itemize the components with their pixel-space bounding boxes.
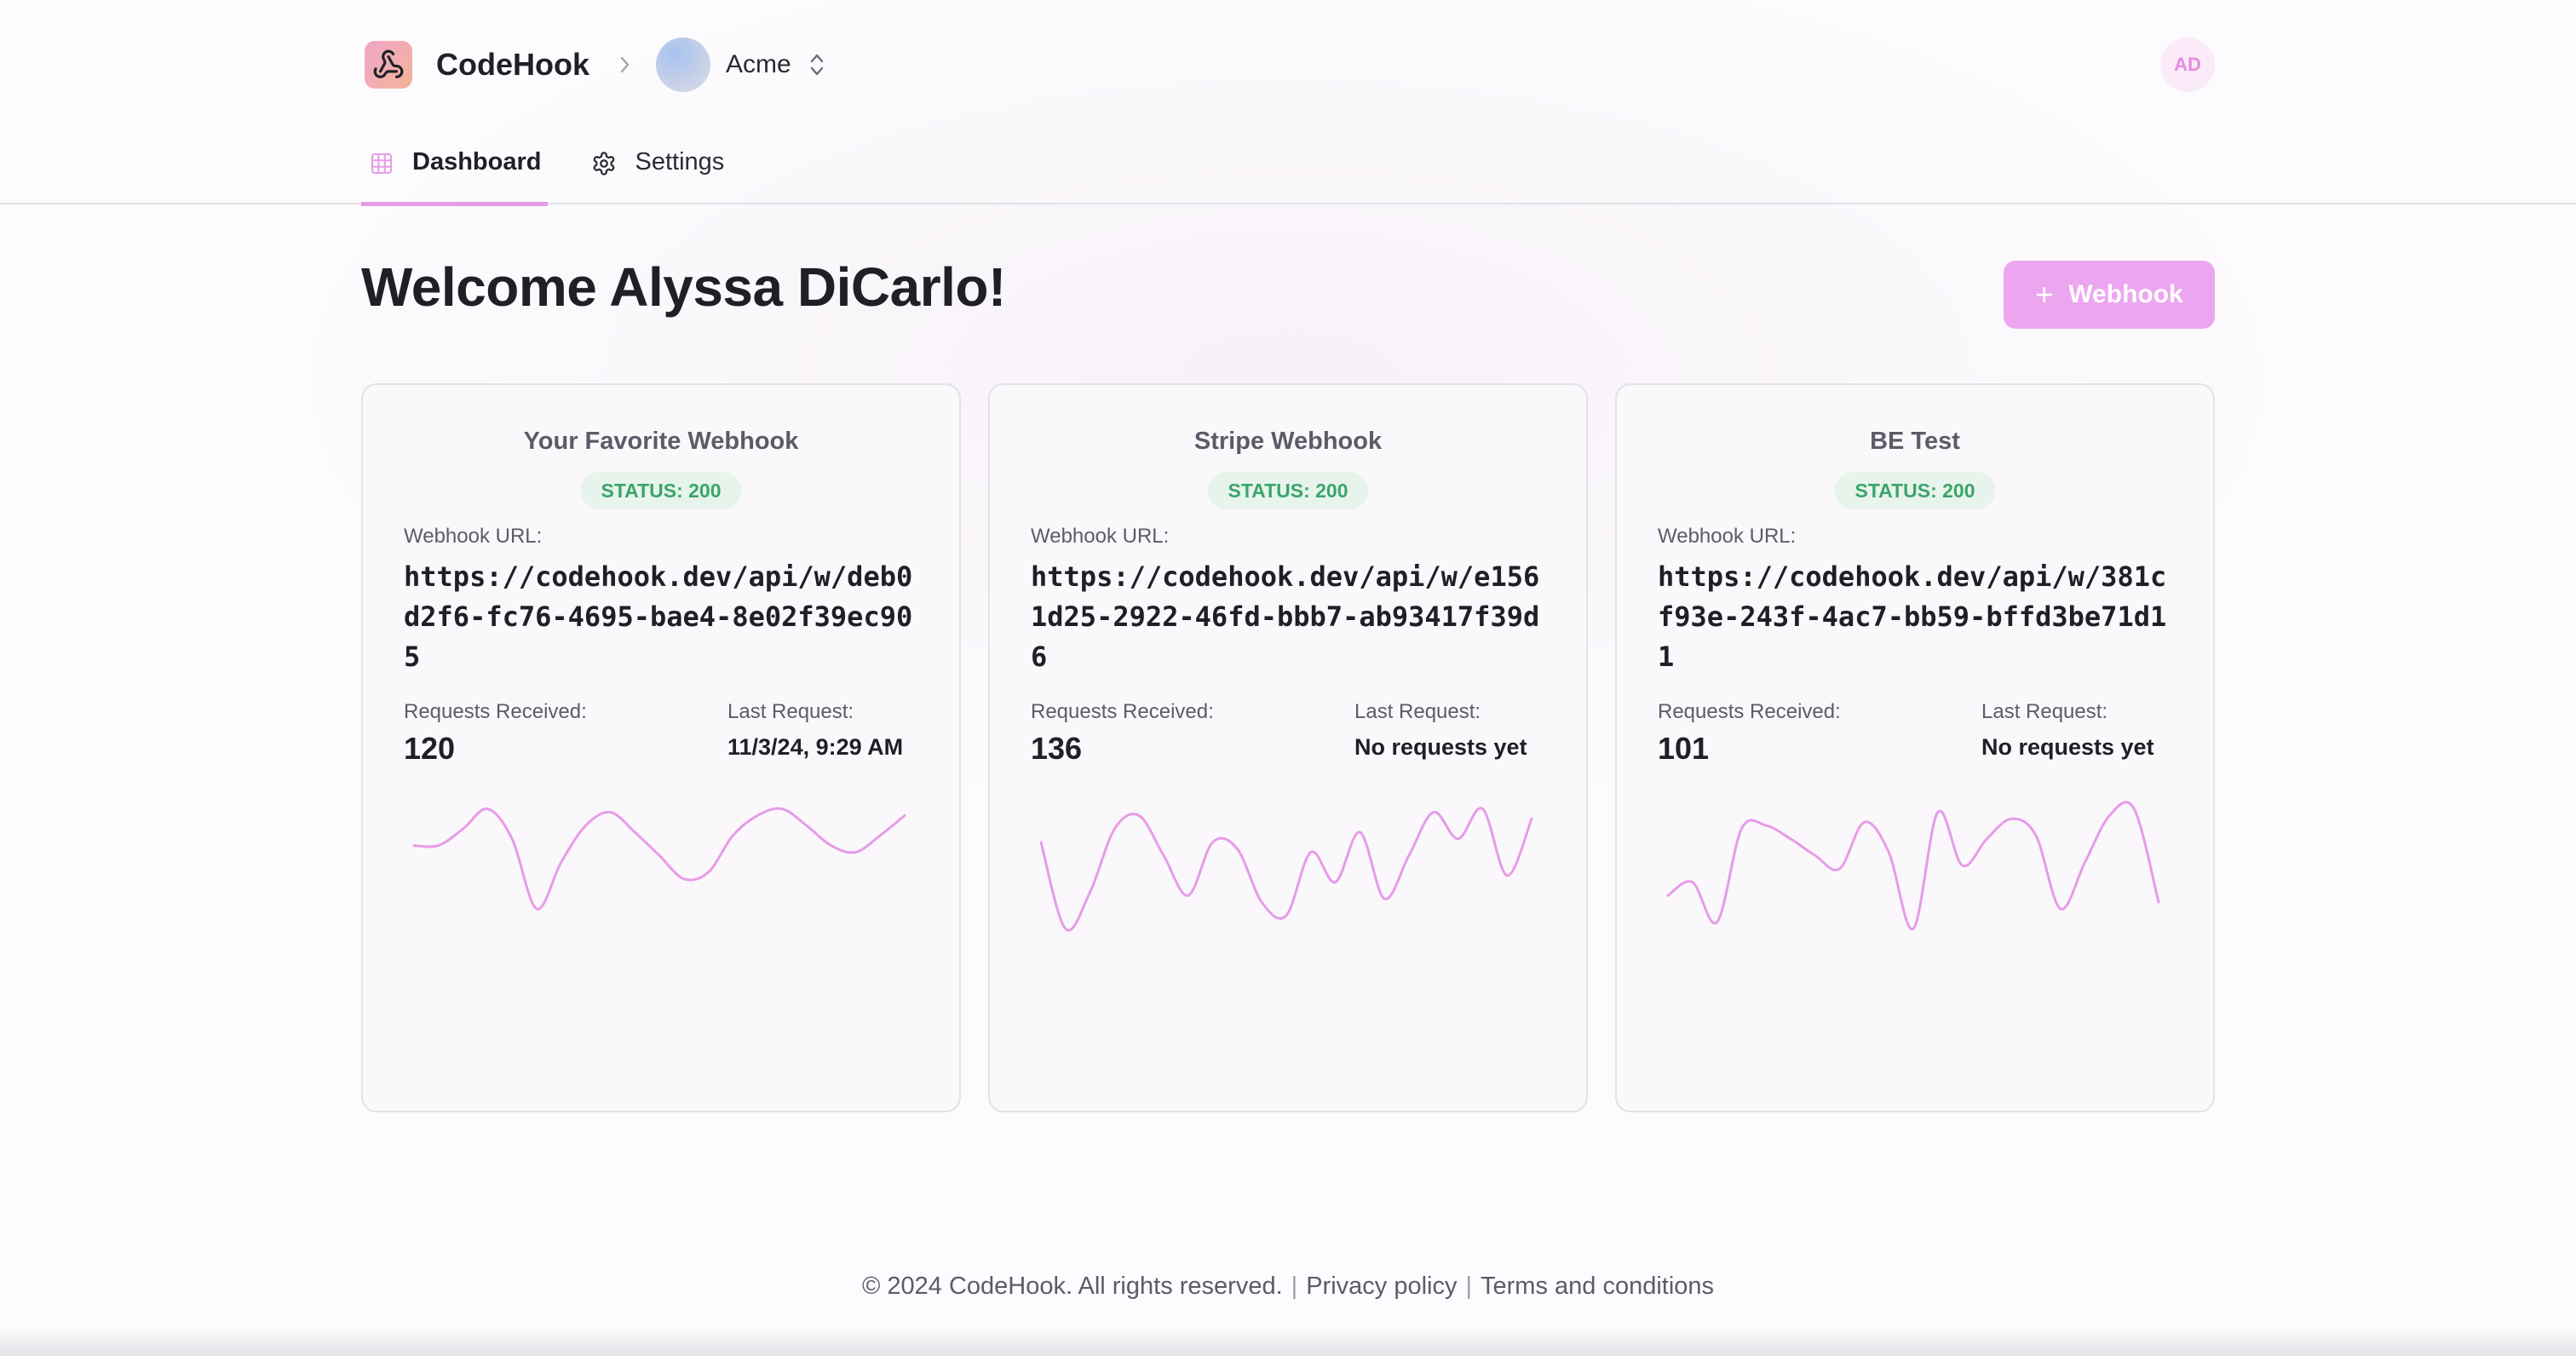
last-request-value: No requests yet: [1981, 734, 2154, 760]
webhook-url-label: Webhook URL:: [1031, 525, 1170, 548]
requests-received-label: Requests Received:: [1031, 700, 1214, 723]
footer-divider: |: [1291, 1273, 1298, 1300]
window-edge-shadow: [0, 1329, 2576, 1356]
grid-icon: [368, 150, 395, 177]
requests-received-count: 120: [404, 731, 456, 766]
requests-received-label: Requests Received:: [1658, 700, 1841, 723]
org-avatar[interactable]: [656, 37, 710, 92]
activity-sparkline: [412, 807, 906, 911]
page-title: Welcome Alyssa DiCarlo!: [361, 256, 1006, 318]
activity-sparkline: [1666, 801, 2160, 931]
last-request-label: Last Request:: [727, 700, 854, 723]
status-badge: STATUS: 200: [580, 472, 742, 509]
webhook-title: Your Favorite Webhook: [523, 428, 799, 455]
webhook-icon[interactable]: [365, 41, 412, 89]
org-name[interactable]: Acme: [726, 50, 791, 79]
add-webhook-button[interactable]: + Webhook: [2004, 261, 2215, 329]
status-badge: STATUS: 200: [1207, 472, 1369, 509]
webhook-url-label: Webhook URL:: [1658, 525, 1797, 548]
webhook-card[interactable]: BE Test STATUS: 200 Webhook URL: https:/…: [1615, 383, 2215, 1112]
gear-icon: [590, 150, 618, 177]
last-request-label: Last Request:: [1981, 700, 2108, 723]
copyright-text: © 2024 CodeHook. All rights reserved.: [861, 1273, 1283, 1300]
webhook-title: Stripe Webhook: [1193, 428, 1383, 455]
tab-settings[interactable]: Settings: [590, 136, 724, 204]
sparkline-path: [412, 807, 906, 911]
sparkline-path: [1039, 807, 1533, 932]
requests-received-label: Requests Received:: [404, 700, 587, 723]
webhook-card[interactable]: Stripe Webhook STATUS: 200 Webhook URL: …: [988, 383, 1588, 1112]
footer: © 2024 CodeHook. All rights reserved. | Pr…: [0, 1273, 2576, 1301]
terms-link[interactable]: Terms and conditions: [1481, 1273, 1714, 1300]
plus-icon: +: [2035, 277, 2054, 312]
webhook-title: BE Test: [1870, 428, 1960, 455]
tab-dashboard[interactable]: Dashboard: [361, 136, 549, 206]
app-name[interactable]: CodeHook: [436, 47, 589, 83]
webhook-url-label: Webhook URL:: [404, 525, 543, 548]
tab-settings-label: Settings: [635, 148, 725, 175]
activity-sparkline: [1039, 807, 1533, 932]
sparkline-path: [1666, 801, 2160, 931]
chevron-up-down-icon[interactable]: [807, 49, 827, 80]
chevron-right-icon: [615, 55, 635, 75]
privacy-policy-link[interactable]: Privacy policy: [1306, 1273, 1457, 1300]
last-request-value: No requests yet: [1354, 734, 1527, 760]
webhook-url[interactable]: https://codehook.dev/api/w/e1561d25-2922…: [1031, 557, 1550, 677]
webhook-card[interactable]: Your Favorite Webhook STATUS: 200 Webhoo…: [361, 383, 961, 1112]
main-tabs: Dashboard Settings: [361, 136, 724, 206]
last-request-label: Last Request:: [1354, 700, 1481, 723]
user-avatar[interactable]: AD: [2160, 37, 2215, 92]
top-header: CodeHook Acme AD Dashboard Settings: [0, 0, 2576, 206]
footer-divider: |: [1465, 1273, 1473, 1300]
breadcrumb: CodeHook Acme: [365, 37, 827, 92]
webhook-url[interactable]: https://codehook.dev/api/w/381cf93e-243f…: [1658, 557, 2177, 677]
last-request-value: 11/3/24, 9:29 AM: [727, 734, 904, 760]
tab-dashboard-label: Dashboard: [412, 148, 542, 175]
status-badge: STATUS: 200: [1834, 472, 1996, 509]
add-webhook-label: Webhook: [2068, 280, 2183, 308]
requests-received-count: 136: [1031, 731, 1083, 766]
webhook-url[interactable]: https://codehook.dev/api/w/deb0d2f6-fc76…: [404, 557, 923, 677]
requests-received-count: 101: [1658, 731, 1710, 766]
